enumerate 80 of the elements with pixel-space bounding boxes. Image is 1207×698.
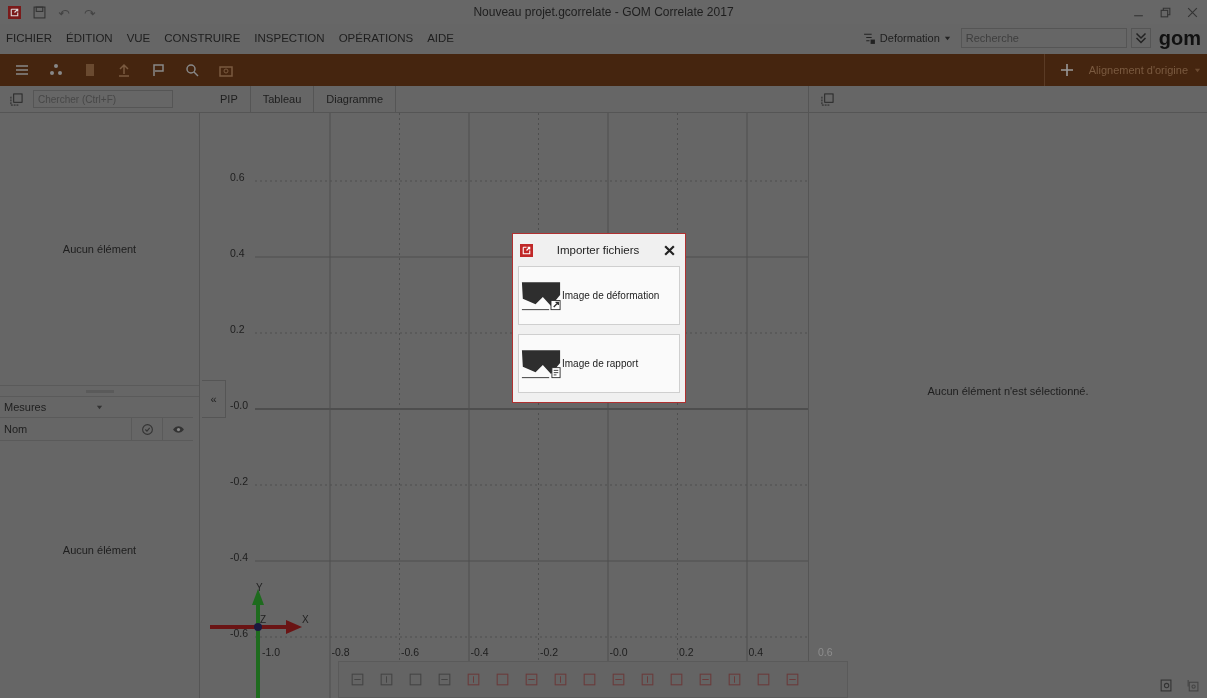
tool-icon[interactable]: [784, 671, 801, 688]
axis-name: Z: [260, 614, 267, 625]
axis-name: Y: [256, 583, 263, 593]
import-icon: [520, 243, 533, 257]
axis-label: -0.8: [331, 646, 350, 658]
tool-icon[interactable]: [349, 671, 366, 688]
app-logo-icon: [8, 5, 21, 19]
dialog-title: Importer fichiers: [556, 244, 640, 256]
axis-label: 0.2: [230, 323, 245, 335]
view-tab[interactable]: Diagramme: [314, 86, 397, 112]
copy-icon[interactable]: [10, 92, 23, 106]
axis-label: 0.4: [230, 247, 245, 259]
axis-label: -0.4: [230, 551, 249, 563]
caret-icon[interactable]: [96, 403, 104, 411]
search-icon[interactable]: [184, 62, 200, 78]
menu-item[interactable]: ÉDITION: [66, 32, 113, 44]
restore-icon[interactable]: [1159, 5, 1172, 19]
tool-icon[interactable]: [378, 671, 395, 688]
close-icon[interactable]: [663, 243, 676, 257]
menu-item[interactable]: AIDE: [427, 32, 455, 44]
tool-icon[interactable]: [610, 671, 627, 688]
tool-icon[interactable]: [755, 671, 772, 688]
image-export-icon: [521, 280, 561, 311]
axis-label: -0.0: [609, 646, 628, 658]
nodes-icon[interactable]: [48, 62, 64, 78]
collapse-button[interactable]: «: [202, 380, 226, 418]
menu-icon[interactable]: [14, 62, 30, 78]
measures-dropdown[interactable]: Mesures: [4, 401, 47, 413]
image-document-icon: [521, 348, 561, 379]
window-title: Nouveau projet.gcorrelate - GOM Correlate 2017: [473, 5, 734, 19]
axis-label: 0.2: [679, 646, 694, 658]
empty-message: Aucun élément n'est sélectionné.: [927, 385, 1089, 397]
axis-label: -0.2: [540, 646, 559, 658]
check-circle-icon[interactable]: [140, 422, 154, 436]
tool-icon[interactable]: [494, 671, 511, 688]
axis-label: -0.6: [230, 627, 249, 639]
tool-icon[interactable]: [465, 671, 482, 688]
axis-label: -0.0: [230, 399, 249, 411]
workspace-icon: [862, 31, 876, 45]
tool-icon[interactable]: [407, 671, 424, 688]
caret-icon[interactable]: [943, 34, 951, 42]
settings-icon[interactable]: [1186, 679, 1199, 692]
menu-item[interactable]: INSPECTION: [254, 32, 325, 44]
empty-message: Aucun élément: [62, 243, 137, 255]
tool-icon[interactable]: [639, 671, 656, 688]
menu-item[interactable]: FICHIER: [6, 32, 52, 44]
origin-dot: [254, 623, 262, 631]
plus-icon[interactable]: [1058, 62, 1075, 78]
axis-name: X: [302, 614, 309, 625]
menu-item[interactable]: VUE: [126, 32, 151, 44]
import-option-button[interactable]: Image de rapport: [518, 334, 680, 393]
copy-icon[interactable]: [821, 92, 834, 106]
axis-label: 0.6: [230, 171, 245, 183]
upload-icon[interactable]: [116, 62, 132, 78]
column-header[interactable]: Nom: [0, 418, 131, 440]
flag-icon[interactable]: [150, 62, 166, 78]
view-tab[interactable]: PIP: [208, 86, 251, 112]
empty-message: Aucun élément: [62, 543, 137, 556]
tool-icon[interactable]: [581, 671, 598, 688]
menu-item[interactable]: CONSTRUIRE: [164, 32, 241, 44]
view-tab[interactable]: Tableau: [250, 86, 315, 112]
axis-label: -0.2: [230, 475, 249, 487]
menu-item[interactable]: OPÉRATIONS: [338, 32, 414, 44]
workspace-dropdown[interactable]: Deformation: [879, 32, 940, 44]
settings-icon[interactable]: [1159, 679, 1172, 692]
tool-icon[interactable]: [436, 671, 453, 688]
tool-icon[interactable]: [552, 671, 569, 688]
caret-icon[interactable]: [1194, 66, 1201, 74]
chevron-down-icon[interactable]: [1130, 28, 1151, 48]
import-option-button[interactable]: Image de déformation: [518, 266, 680, 325]
axis-label: -0.4: [470, 646, 489, 658]
axis-label: -1.0: [262, 646, 281, 658]
tool-icon[interactable]: [668, 671, 685, 688]
tool-icon[interactable]: [726, 671, 743, 688]
logo: gom: [1158, 28, 1201, 48]
tool-icon[interactable]: [523, 671, 540, 688]
axis-label: 0.4: [748, 646, 764, 658]
tool-icon[interactable]: [697, 671, 714, 688]
axis-label: -0.6: [401, 646, 420, 658]
save-icon[interactable]: [33, 5, 46, 19]
